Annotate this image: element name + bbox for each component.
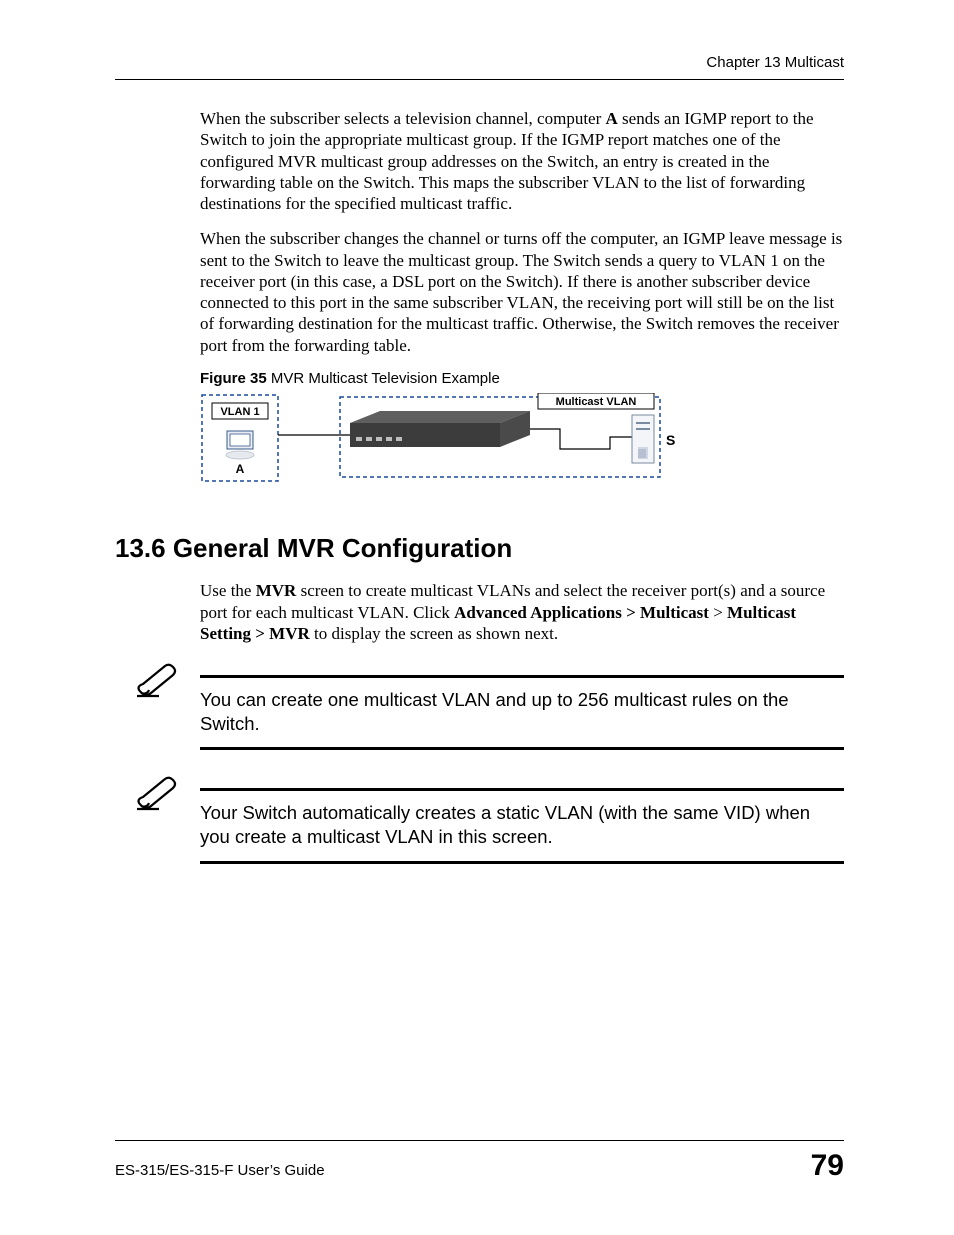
- section-body-post: to display the screen as shown next.: [310, 624, 558, 643]
- note-text-1: You can create one multicast VLAN and up…: [200, 688, 844, 735]
- vlan1-label: VLAN 1: [220, 406, 259, 418]
- section-body-b1: MVR: [256, 581, 297, 600]
- footer-rule: [115, 1140, 844, 1141]
- paragraph-1-pre: When the subscriber selects a television…: [200, 109, 606, 128]
- figure-diagram: VLAN 1 A Multicast VLAN: [200, 393, 844, 493]
- figure-caption: Figure 35 MVR Multicast Television Examp…: [200, 370, 844, 387]
- note-rule-bottom-1: [200, 747, 844, 750]
- section-heading: 13.6 General MVR Configuration: [115, 533, 844, 564]
- note-rule-bottom-2: [200, 861, 844, 864]
- section-body-b2: Advanced Applications > Multicast: [454, 603, 709, 622]
- note-rule-top-1: [200, 675, 844, 678]
- server-s-label: S: [666, 432, 675, 448]
- section-body: Use the MVR screen to create multicast V…: [200, 580, 844, 645]
- note-pencil-icon: [115, 773, 200, 813]
- multicast-vlan-label: Multicast VLAN: [556, 396, 637, 408]
- note-rule-top-2: [200, 788, 844, 791]
- header-rule: [115, 79, 844, 80]
- note-pencil-icon: [115, 660, 200, 700]
- computer-a-label: A: [236, 462, 245, 476]
- section-body-pre: Use the: [200, 581, 256, 600]
- header-chapter-label: Chapter 13 Multicast: [115, 54, 844, 71]
- page: Chapter 13 Multicast When the subscriber…: [0, 0, 954, 1235]
- figure-title: MVR Multicast Television Example: [267, 370, 500, 387]
- footer-guide-label: ES-315/ES-315-F User’s Guide: [115, 1162, 325, 1179]
- paragraph-1: When the subscriber selects a television…: [200, 108, 844, 214]
- note-block-1: You can create one multicast VLAN and up…: [115, 675, 844, 750]
- footer-page-number: 79: [811, 1149, 844, 1183]
- section-body-mid2: >: [709, 603, 727, 622]
- note-block-2: Your Switch automatically creates a stat…: [115, 788, 844, 863]
- footer: ES-315/ES-315-F User’s Guide 79: [115, 1140, 844, 1183]
- note-text-2: Your Switch automatically creates a stat…: [200, 801, 844, 848]
- paragraph-2: When the subscriber changes the channel …: [200, 228, 844, 356]
- paragraph-1-bold: A: [606, 109, 618, 128]
- figure-number: Figure 35: [200, 370, 267, 387]
